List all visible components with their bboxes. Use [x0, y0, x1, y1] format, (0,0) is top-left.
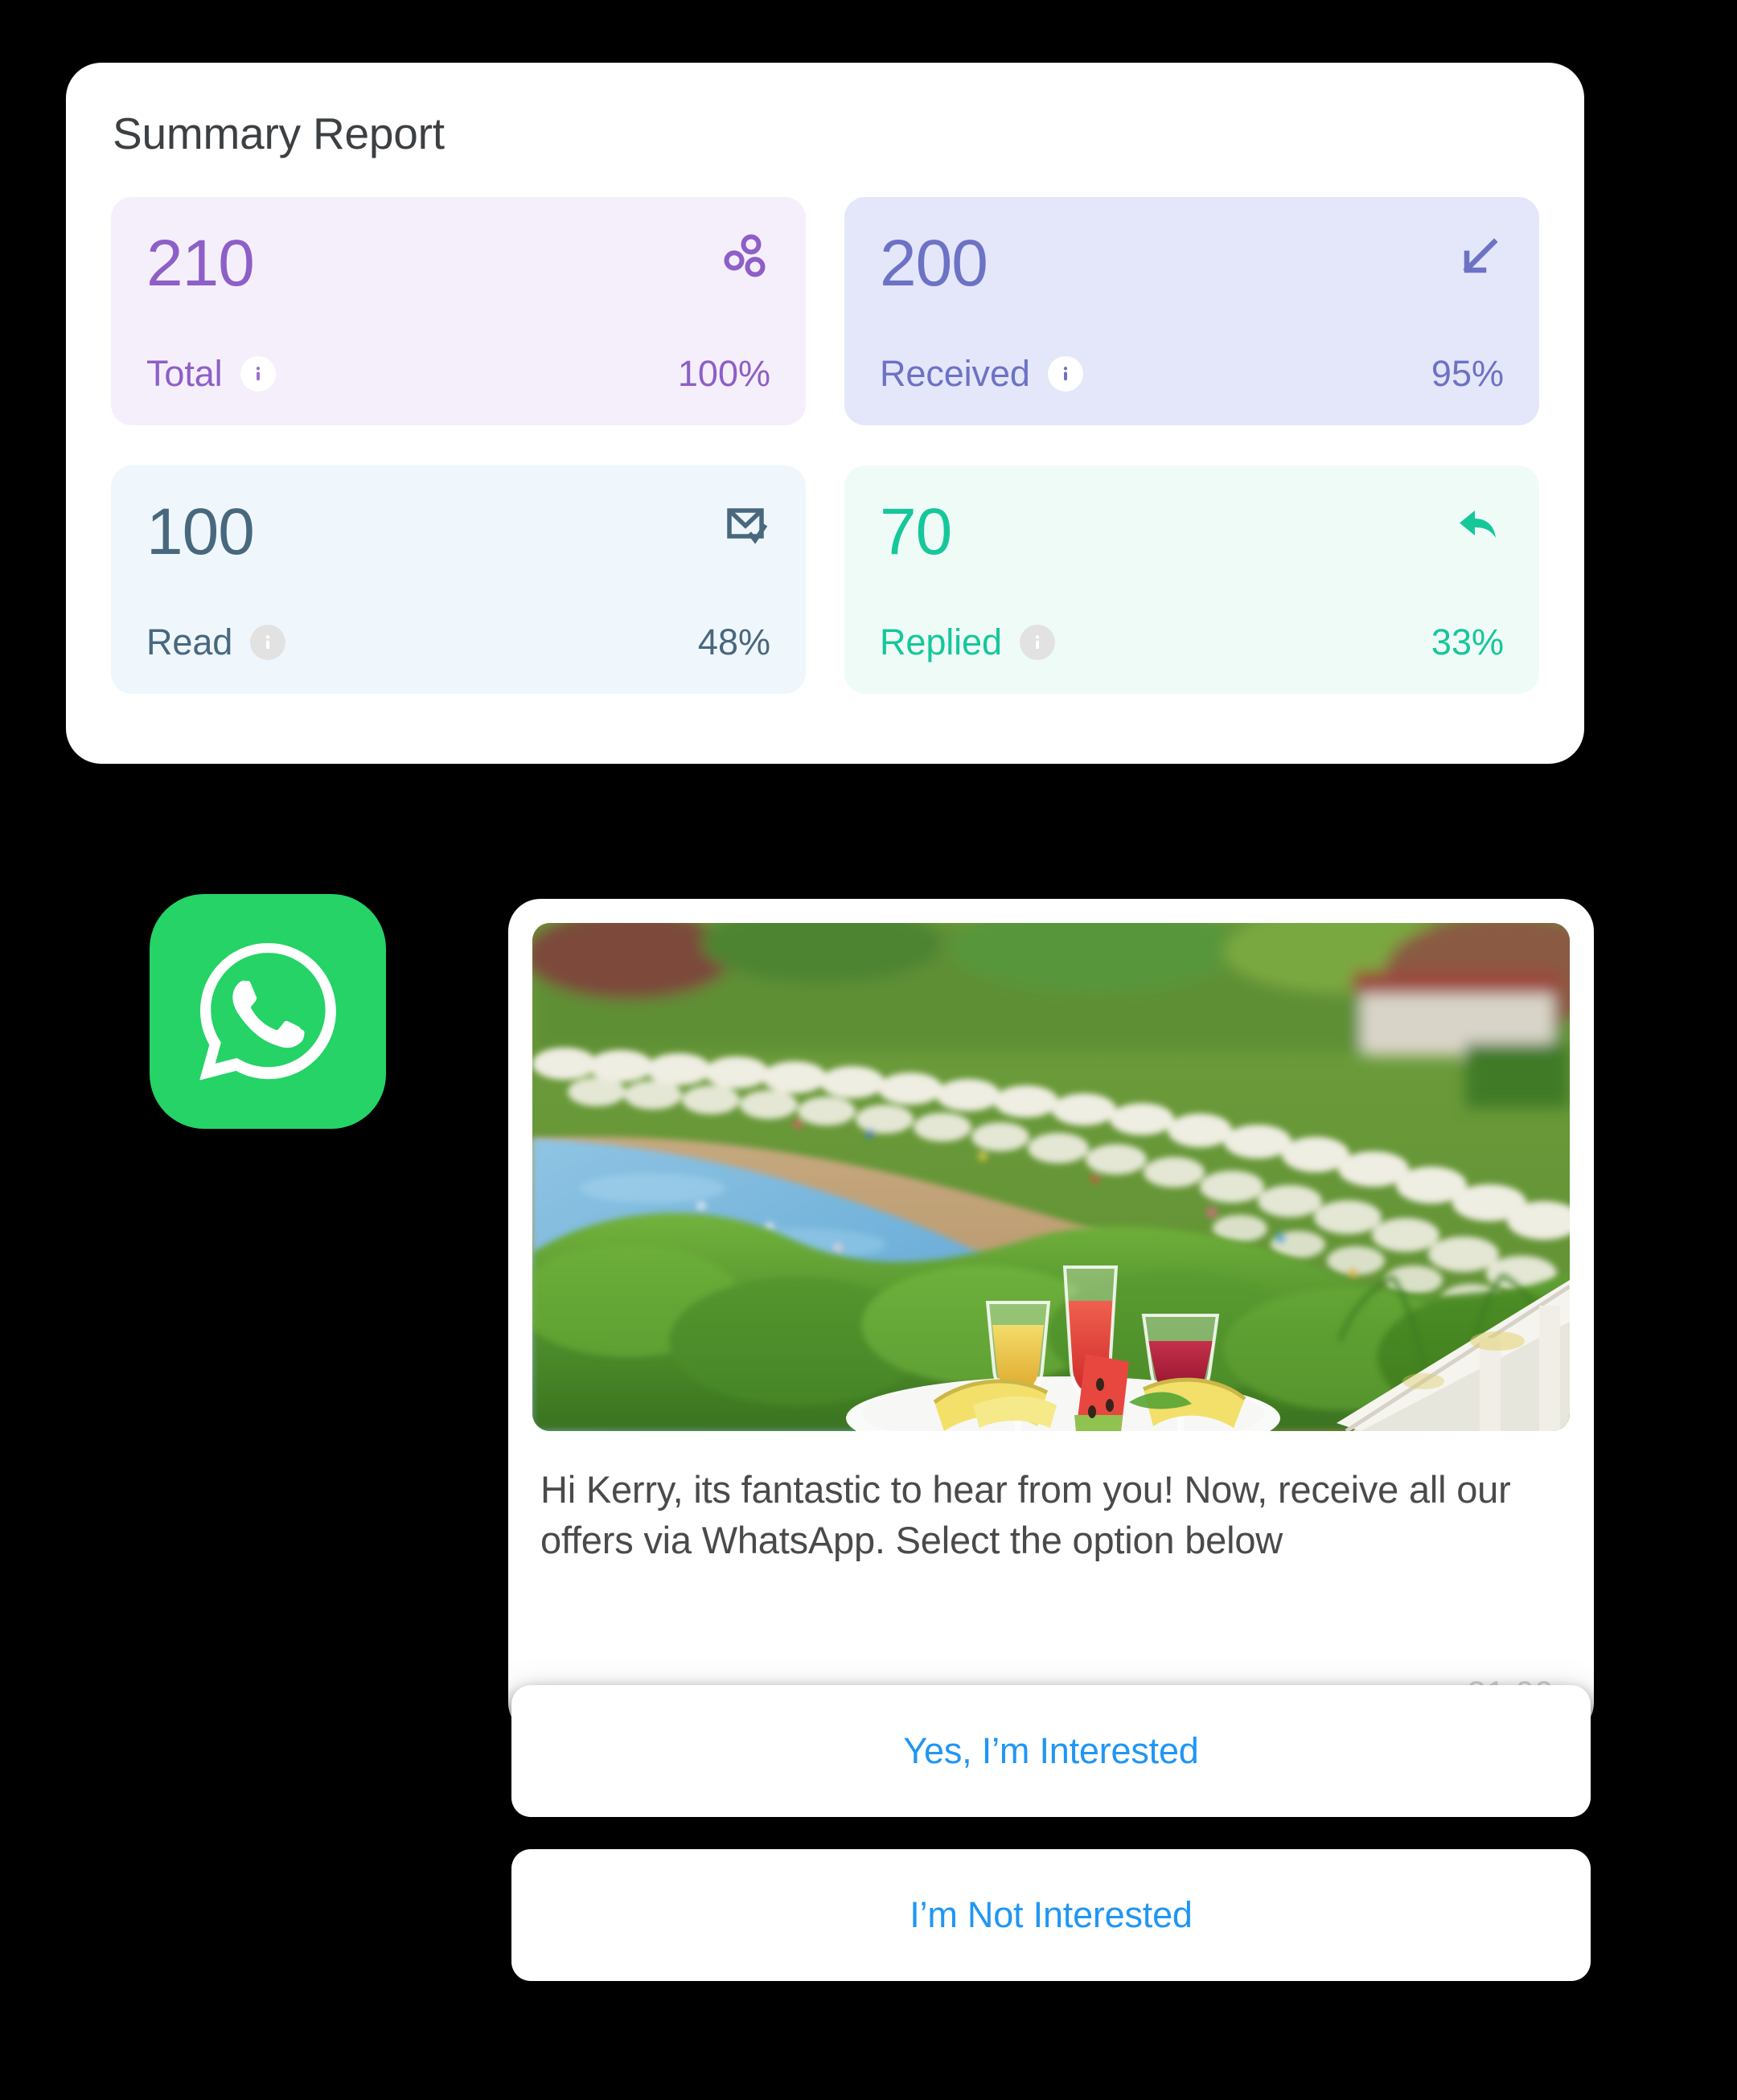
- stat-card-received-top: 200: [880, 226, 1504, 300]
- stat-label-wrap-total: Total: [146, 353, 276, 395]
- stat-value-total: 210: [146, 226, 255, 300]
- stat-percent-replied: 33%: [1431, 621, 1504, 662]
- message-body-text: Hi Kerry, its fantastic to hear from you…: [540, 1468, 1511, 1561]
- stat-card-read-top: 100: [146, 494, 770, 568]
- stat-card-replied-bottom: Replied 33%: [880, 621, 1504, 663]
- info-icon[interactable]: [1047, 355, 1083, 392]
- page-title: Summary Report: [113, 109, 445, 158]
- stat-card-grid: 210 Total 100% 200 Received 95% 100 Read…: [111, 196, 1539, 694]
- message-hero-image: [532, 923, 1570, 1431]
- reply-button-not-interested[interactable]: I’m Not Interested: [511, 1849, 1591, 1981]
- screenshot-stage: Summary Report 210 Total 100% 200 Receiv…: [0, 0, 1737, 2100]
- arrow-down-left-icon: [1454, 232, 1504, 282]
- reply-button-yes-interested[interactable]: Yes, I’m Interested: [511, 1685, 1591, 1817]
- envelope-check-icon: [721, 501, 770, 551]
- info-icon[interactable]: [250, 624, 286, 660]
- stat-label-replied: Replied: [880, 621, 1002, 662]
- whatsapp-message-card: Hi Kerry, its fantastic to hear from you…: [508, 899, 1594, 1735]
- stat-percent-read: 48%: [697, 621, 770, 662]
- whatsapp-app-icon-container[interactable]: [150, 894, 386, 1129]
- stat-label-read: Read: [146, 621, 233, 662]
- stat-value-received: 200: [880, 226, 988, 300]
- whatsapp-logo-icon[interactable]: [150, 894, 386, 1129]
- reply-arrow-icon: [1454, 501, 1504, 551]
- stat-label-total: Total: [146, 352, 223, 394]
- stat-card-total-top: 210: [146, 226, 770, 300]
- stat-value-replied: 70: [880, 494, 952, 568]
- stat-card-replied[interactable]: 70 Replied 33%: [844, 465, 1539, 694]
- summary-report-panel: Summary Report 210 Total 100% 200 Receiv…: [66, 63, 1584, 764]
- stat-card-received[interactable]: 200 Received 95%: [844, 196, 1539, 425]
- info-icon[interactable]: [1019, 624, 1055, 660]
- info-icon[interactable]: [240, 355, 276, 392]
- scatter-dots-icon: [721, 232, 770, 282]
- stat-card-read-bottom: Read 48%: [146, 621, 770, 663]
- stat-card-total-bottom: Total 100%: [146, 353, 770, 395]
- stat-percent-total: 100%: [677, 352, 770, 394]
- stat-value-read: 100: [146, 494, 255, 568]
- stat-label-wrap-replied: Replied: [880, 621, 1055, 663]
- stat-percent-received: 95%: [1431, 352, 1504, 394]
- stat-label-received: Received: [880, 352, 1030, 394]
- stat-card-read[interactable]: 100 Read 48%: [111, 465, 806, 694]
- stat-card-received-bottom: Received 95%: [880, 353, 1504, 395]
- stat-card-replied-top: 70: [880, 494, 1504, 568]
- stat-card-total[interactable]: 210 Total 100%: [111, 196, 806, 425]
- stat-label-wrap-received: Received: [880, 353, 1083, 395]
- stat-label-wrap-read: Read: [146, 621, 286, 663]
